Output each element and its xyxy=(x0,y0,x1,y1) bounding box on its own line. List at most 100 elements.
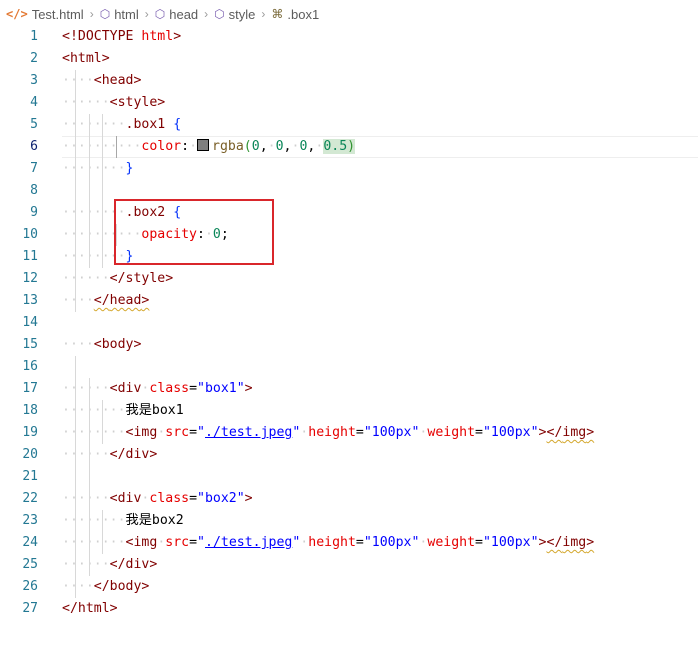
code-token: div xyxy=(125,557,150,572)
breadcrumb-item[interactable]: ⬡ style xyxy=(214,7,255,22)
code-token: " xyxy=(197,535,205,550)
code-line[interactable]: 26 ····</body> xyxy=(0,576,698,598)
code-token: = xyxy=(189,491,198,506)
line-number: 5 xyxy=(30,117,38,132)
code-token: img xyxy=(133,535,158,550)
code-line[interactable]: 19 ········<img·src="./test.jpeg"·height=… xyxy=(0,422,698,444)
whitespace-marker: ······ xyxy=(62,381,110,396)
breadcrumb-item[interactable]: </> Test.html xyxy=(6,7,84,22)
code-line[interactable]: 25 ······</div> xyxy=(0,554,698,576)
whitespace-marker: ···· xyxy=(62,293,94,308)
code-token: = xyxy=(355,425,364,440)
chevron-right-icon: › xyxy=(261,7,266,21)
code-line[interactable]: 24 ········<img·src="./test.jpeg"·height=… xyxy=(0,532,698,554)
code-token: = xyxy=(475,535,483,550)
code-line[interactable]: 22 ······<div·class="box2"> xyxy=(0,488,698,510)
code-line[interactable]: 11 ········} xyxy=(0,246,698,268)
code-line[interactable]: 14 xyxy=(0,312,698,334)
code-token: ./test.jpeg xyxy=(205,535,293,550)
code-text: </html> xyxy=(62,598,118,620)
code-line[interactable]: 13 ····</head> xyxy=(0,290,698,312)
code-line[interactable]: 23 ········我是box2 xyxy=(0,510,698,532)
code-line[interactable]: 18 ········我是box1 xyxy=(0,400,698,422)
code-line[interactable]: 17 ······<div·class="box1"> xyxy=(0,378,698,400)
code-token: , xyxy=(259,139,268,154)
code-token: > xyxy=(244,381,253,396)
code-token: = xyxy=(475,425,483,440)
code-token: img xyxy=(562,425,587,440)
code-token: > xyxy=(101,51,110,66)
line-number: 7 xyxy=(30,161,38,176)
line-number: 10 xyxy=(22,227,38,242)
code-token: html xyxy=(69,51,102,66)
code-line[interactable]: 8 xyxy=(0,180,698,202)
code-line[interactable]: 1 <!DOCTYPE html> xyxy=(0,26,698,48)
code-token: > xyxy=(141,579,150,594)
code-text: ········我是box1 xyxy=(62,400,184,422)
whitespace-marker: ······ xyxy=(62,447,110,462)
code-token: height xyxy=(308,535,356,550)
indent-guide xyxy=(102,510,104,554)
code-token: < xyxy=(109,381,118,396)
code-token: class xyxy=(149,381,190,396)
code-line[interactable]: 2 <html> xyxy=(0,48,698,70)
code-line[interactable]: 6··········color:·rgba(0,·0,·0,·0.5) xyxy=(0,136,698,158)
line-number: 12 xyxy=(22,271,38,286)
whitespace-marker xyxy=(165,117,173,132)
code-editor[interactable]: 1 <!DOCTYPE html> 2 <html> 3 ····<head> 4 ·····… xyxy=(0,26,698,620)
code-token: > xyxy=(173,29,182,44)
chevron-right-icon: › xyxy=(204,7,209,21)
whitespace-marker: ······ xyxy=(62,95,110,110)
whitespace-marker: ······ xyxy=(62,491,110,506)
line-number: 2 xyxy=(30,51,38,66)
code-token: 0.5 xyxy=(323,139,348,154)
code-token: </ xyxy=(109,557,126,572)
code-text: ··········color:·rgba(0,·0,·0,·0.5) xyxy=(62,136,356,158)
code-line[interactable]: 12 ······</style> xyxy=(0,268,698,290)
breadcrumb-label: head xyxy=(169,6,199,22)
line-number: 15 xyxy=(22,337,38,352)
code-line[interactable]: 15 ····<body> xyxy=(0,334,698,356)
whitespace-marker: ········ xyxy=(62,161,126,176)
line-number: 23 xyxy=(22,513,38,528)
code-line[interactable]: 5 ········.box1 { xyxy=(0,114,698,136)
breadcrumb-label: html xyxy=(114,6,139,22)
code-text: ······<style> xyxy=(62,92,165,114)
code-token: > xyxy=(586,535,595,550)
breadcrumb-label: Test.html xyxy=(31,6,84,22)
code-line[interactable]: 4 ······<style> xyxy=(0,92,698,114)
code-line[interactable]: 20 ······</div> xyxy=(0,444,698,466)
breadcrumb-item[interactable]: ⌘ .box1 xyxy=(271,7,319,22)
code-line[interactable]: 21 xyxy=(0,466,698,488)
color-swatch-icon[interactable] xyxy=(197,139,210,151)
code-token: < xyxy=(109,491,118,506)
whitespace-marker: ········ xyxy=(62,425,126,440)
code-line[interactable]: 10··········opacity:·0; xyxy=(0,224,698,246)
code-token: html xyxy=(141,29,174,44)
code-line[interactable]: 3 ····<head> xyxy=(0,70,698,92)
line-number: 9 xyxy=(30,205,38,220)
code-token: > xyxy=(133,337,142,352)
code-token: { xyxy=(173,117,182,132)
code-token: style xyxy=(125,271,166,286)
code-token: weight xyxy=(427,425,476,440)
line-number: 11 xyxy=(22,249,38,264)
indent-guide xyxy=(75,356,77,598)
code-text: ····<body> xyxy=(62,334,141,356)
code-line[interactable]: 16 xyxy=(0,356,698,378)
code-line[interactable]: 27 </html> xyxy=(0,598,698,620)
breadcrumb-label: style xyxy=(228,6,256,22)
code-token: </ xyxy=(546,425,563,440)
code-token: < xyxy=(93,73,102,88)
code-token: < xyxy=(109,95,118,110)
code-token: < xyxy=(93,337,102,352)
breadcrumb-item[interactable]: ⬡ html xyxy=(100,7,139,22)
code-token: div xyxy=(125,447,150,462)
code-line[interactable]: 7 ········} xyxy=(0,158,698,180)
breadcrumb-item[interactable]: ⬡ head xyxy=(155,7,198,22)
code-line[interactable]: 9 ········.box2 { xyxy=(0,202,698,224)
code-token: > xyxy=(149,557,158,572)
whitespace-marker: ······ xyxy=(62,271,110,286)
code-text: ········<img·src="./test.jpeg"·height="1… xyxy=(62,422,594,444)
element-cube-icon: ⬡ xyxy=(154,7,166,21)
